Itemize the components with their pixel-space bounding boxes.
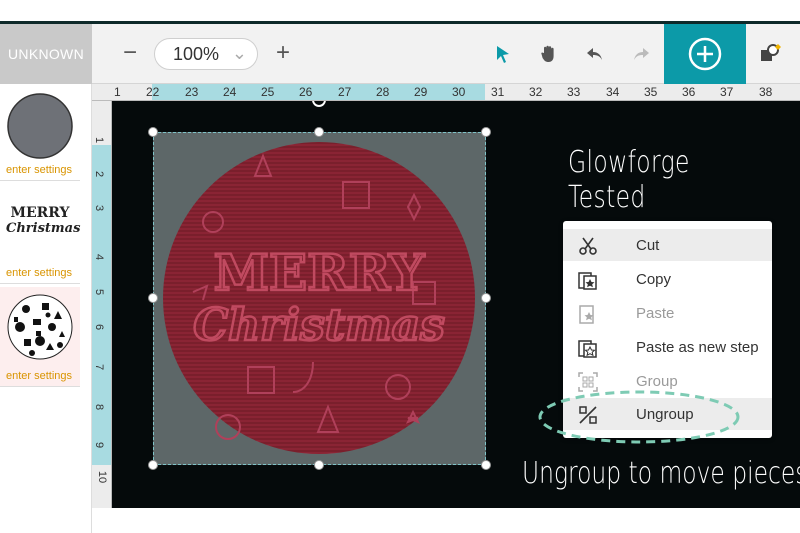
zoom-out-button[interactable]: − bbox=[116, 39, 144, 67]
shape-icon[interactable] bbox=[757, 41, 783, 67]
select-arrow-icon[interactable] bbox=[490, 41, 516, 67]
copy-icon bbox=[578, 272, 597, 290]
thumbnail-circle[interactable]: enter settings bbox=[0, 84, 80, 181]
resize-handle-top-left[interactable] bbox=[148, 127, 158, 137]
selection-box bbox=[153, 132, 486, 465]
resize-handle-left[interactable] bbox=[148, 293, 158, 303]
merry-christmas-art: MERRY Christmas bbox=[6, 205, 81, 237]
scissors-icon bbox=[579, 237, 597, 255]
design-sidebar: enter settings MERRY Christmas enter set… bbox=[0, 84, 92, 533]
ungroup-highlight-ellipse bbox=[538, 390, 740, 444]
enter-settings-link[interactable]: enter settings bbox=[6, 267, 72, 279]
resize-handle-bottom-right[interactable] bbox=[481, 460, 491, 470]
resize-handle-right[interactable] bbox=[481, 293, 491, 303]
hand-pan-icon[interactable] bbox=[536, 41, 562, 67]
ruler-left: 1 2 3 4 5 6 7 8 9 10 bbox=[92, 101, 112, 508]
menu-item-paste[interactable]: Paste bbox=[563, 297, 772, 329]
overlay-title: Glowforge Tested bbox=[568, 145, 690, 215]
toolbar: UNKNOWN − 100% ⌄ + bbox=[0, 24, 800, 84]
add-button[interactable] bbox=[664, 24, 746, 84]
resize-handle-bottom[interactable] bbox=[314, 460, 324, 470]
zoom-select[interactable]: 100% ⌄ bbox=[154, 38, 258, 70]
zoom-value: 100% bbox=[173, 43, 220, 64]
enter-settings-link[interactable]: enter settings bbox=[6, 370, 72, 382]
undo-icon[interactable] bbox=[582, 41, 608, 67]
zoom-in-button[interactable]: + bbox=[269, 39, 297, 67]
rotate-handle-icon[interactable] bbox=[312, 101, 326, 107]
redo-icon[interactable] bbox=[628, 41, 654, 67]
chevron-down-icon: ⌄ bbox=[231, 43, 247, 63]
resize-handle-bottom-left[interactable] bbox=[148, 460, 158, 470]
ornament-pattern-icon bbox=[7, 294, 73, 360]
resize-handle-top[interactable] bbox=[314, 127, 324, 137]
resize-handle-top-right[interactable] bbox=[481, 127, 491, 137]
menu-item-cut[interactable]: Cut bbox=[563, 229, 772, 261]
top-strip bbox=[0, 0, 800, 24]
menu-item-copy[interactable]: Copy bbox=[563, 263, 772, 295]
enter-settings-link[interactable]: enter settings bbox=[6, 164, 72, 176]
overlay-caption: Ungroup to move pieces bbox=[522, 456, 800, 491]
menu-item-paste-new-step[interactable]: Paste as new step bbox=[563, 331, 772, 363]
circle-shape-icon bbox=[7, 93, 73, 159]
paste-new-step-icon bbox=[578, 340, 597, 358]
thumbnail-ornament-pattern[interactable]: enter settings bbox=[0, 287, 80, 387]
add-icon bbox=[688, 37, 722, 71]
thumbnail-merry-christmas[interactable]: MERRY Christmas enter settings bbox=[0, 184, 80, 284]
bottom-margin bbox=[92, 508, 800, 533]
ruler-top: 1 22 23 24 25 26 27 28 29 30 31 32 33 34… bbox=[92, 84, 800, 101]
paste-icon bbox=[579, 305, 594, 324]
sidebar-header-label: UNKNOWN bbox=[0, 24, 92, 84]
